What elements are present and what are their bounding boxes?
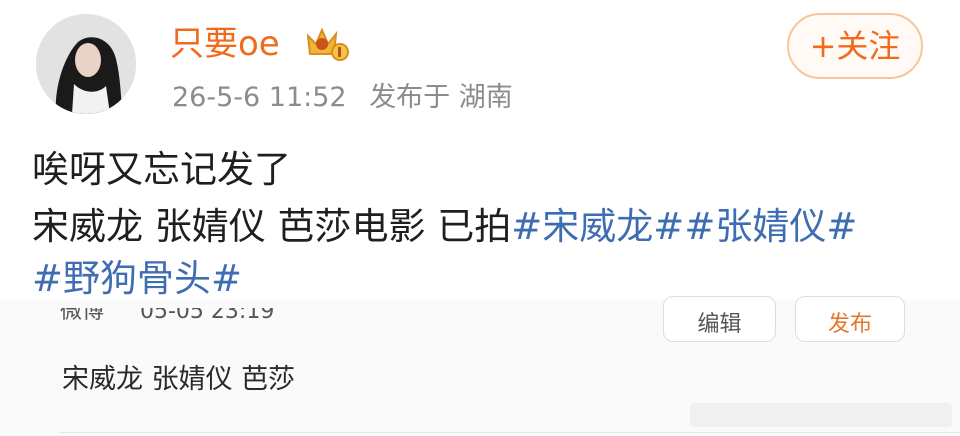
draft-text: 宋威龙 张婧仪 芭莎: [62, 364, 296, 395]
hashtag-link[interactable]: #野狗骨头#: [32, 257, 242, 300]
avatar[interactable]: [36, 14, 136, 114]
hashtag-link[interactable]: #宋威龙#: [511, 205, 684, 248]
embedded-time: 05-05 23:19: [140, 308, 275, 322]
edit-button: 编辑: [663, 296, 776, 342]
post-location: 发布于 湖南: [369, 82, 513, 113]
hashtag-link[interactable]: #张婧仪#: [684, 205, 857, 248]
embedded-source: 微博: [60, 308, 105, 322]
post-meta: 26-5-6 11:52 发布于 湖南: [172, 80, 513, 116]
post-line-3: #野狗骨头#: [32, 252, 242, 306]
publish-button: 发布: [795, 296, 905, 342]
crown-vip-badge-icon: [302, 22, 352, 64]
post-line-2-text: 宋威龙 张婧仪 芭莎电影 已拍: [32, 205, 512, 248]
username[interactable]: 只要oe: [170, 22, 280, 66]
avatar-photo: [36, 14, 136, 114]
post-line-1: 唉呀又忘记发了: [32, 148, 291, 191]
watermark: [690, 403, 952, 427]
divider: [60, 432, 960, 433]
post-time: 26-5-6 11:52: [172, 82, 347, 113]
post-line-2: 宋威龙 张婧仪 芭莎电影 已拍#宋威龙##张婧仪#: [32, 200, 857, 254]
follow-button[interactable]: +关注: [787, 13, 923, 79]
